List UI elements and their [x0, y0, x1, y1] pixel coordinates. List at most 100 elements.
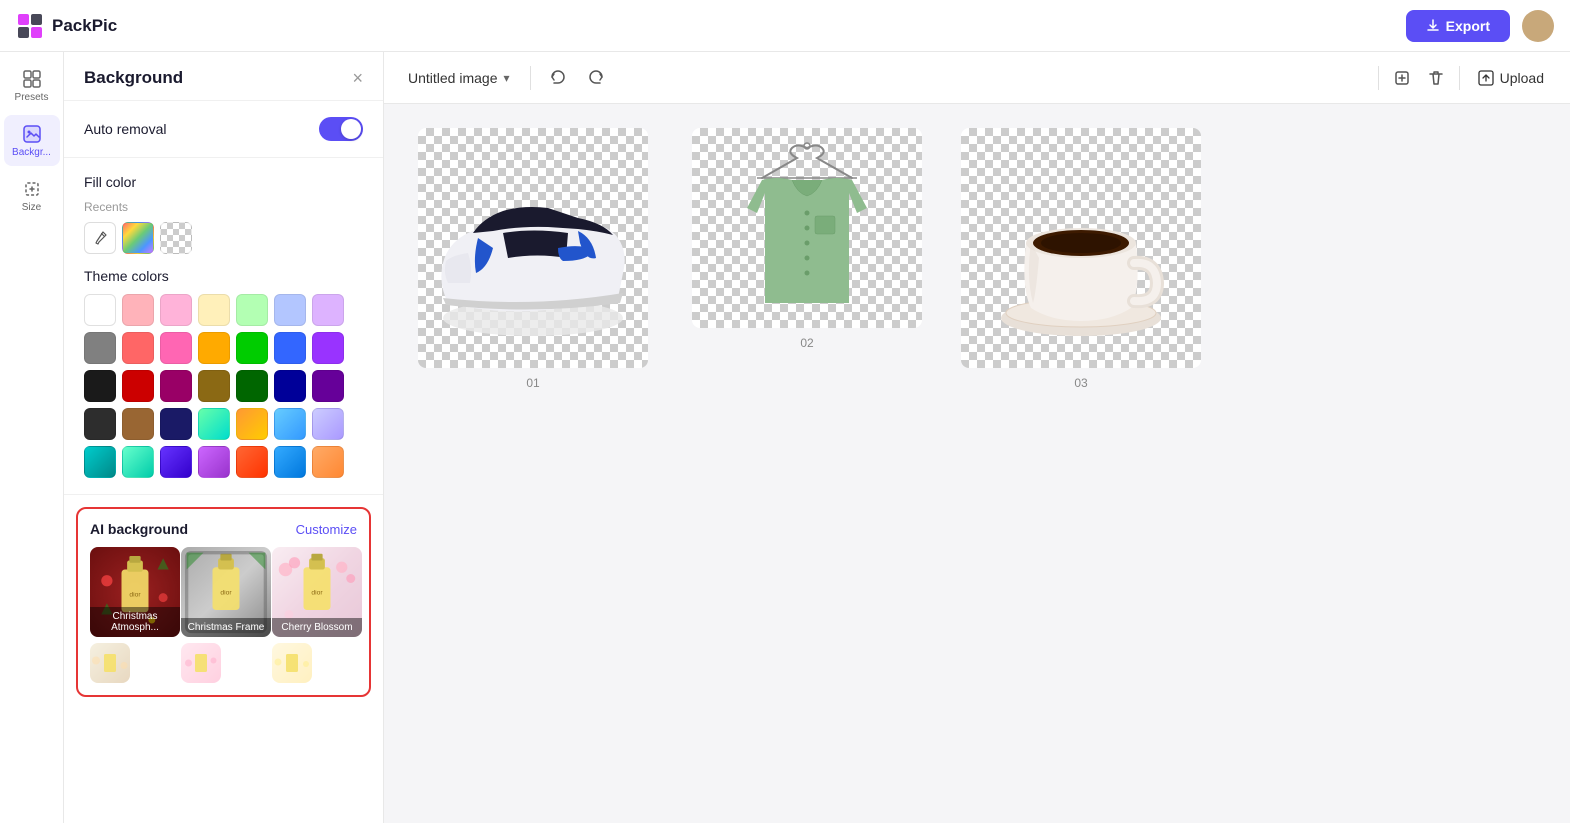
- undo-icon: [549, 69, 567, 87]
- color-light-green[interactable]: [236, 294, 268, 326]
- ai-item-row2-2[interactable]: [181, 643, 221, 683]
- color-indigo[interactable]: [160, 446, 192, 478]
- color-orange[interactable]: [198, 332, 230, 364]
- color-amber[interactable]: [236, 408, 268, 440]
- canvas-item-01-image[interactable]: [418, 128, 648, 368]
- sidebar-item-background-label: Backgr...: [12, 147, 51, 158]
- color-light-purple[interactable]: [312, 294, 344, 326]
- user-avatar[interactable]: [1522, 10, 1554, 42]
- download-icon: [1426, 19, 1440, 33]
- ai-item-christmas-atmo-label: Christmas Atmosph...: [90, 607, 180, 637]
- app-header: PackPic Export: [0, 0, 1570, 52]
- toolbar-separator-1: [530, 66, 531, 90]
- export-button[interactable]: Export: [1406, 10, 1510, 42]
- canvas-content: 01: [384, 104, 1570, 823]
- color-dark-gray2[interactable]: [84, 408, 116, 440]
- color-mint[interactable]: [198, 408, 230, 440]
- undo-button[interactable]: [543, 63, 573, 93]
- zoom-reset-icon: [1393, 69, 1411, 87]
- trash-icon: [1427, 69, 1445, 87]
- redo-button[interactable]: [581, 63, 611, 93]
- color-dark-green[interactable]: [236, 370, 268, 402]
- presets-icon: [21, 68, 43, 90]
- color-dark-purple[interactable]: [312, 370, 344, 402]
- eyedropper-button[interactable]: [84, 222, 116, 254]
- ai-section-header: AI background Customize: [90, 521, 357, 537]
- color-light-pink[interactable]: [122, 294, 154, 326]
- recents-label: Recents: [84, 200, 363, 214]
- color-red[interactable]: [122, 332, 154, 364]
- canvas-item-03-label: 03: [1074, 376, 1087, 390]
- shoe-illustration: [418, 143, 648, 353]
- toolbar-right: Upload: [1374, 63, 1554, 93]
- svg-text:dior: dior: [129, 592, 141, 599]
- color-sky-blue[interactable]: [274, 408, 306, 440]
- color-black[interactable]: [84, 370, 116, 402]
- sidebar-item-background[interactable]: Backgr...: [4, 115, 60, 166]
- canvas-item-01: 01: [408, 128, 658, 390]
- upload-label: Upload: [1500, 70, 1544, 86]
- color-brown[interactable]: [198, 370, 230, 402]
- recent-color-rainbow[interactable]: [122, 222, 154, 254]
- theme-colors-section: Theme colors: [84, 268, 363, 478]
- customize-link[interactable]: Customize: [296, 522, 357, 537]
- color-blue[interactable]: [274, 332, 306, 364]
- redo-icon: [587, 69, 605, 87]
- color-tan[interactable]: [122, 408, 154, 440]
- delete-button[interactable]: [1421, 63, 1451, 93]
- app-logo-icon: [16, 12, 44, 40]
- sidebar-item-presets-label: Presets: [15, 92, 49, 103]
- color-coral[interactable]: [236, 446, 268, 478]
- canvas-item-02-image[interactable]: [692, 128, 922, 328]
- canvas-item-02-label: 02: [800, 336, 813, 350]
- auto-removal-label: Auto removal: [84, 121, 166, 137]
- color-lavender[interactable]: [312, 408, 344, 440]
- color-green[interactable]: [236, 332, 268, 364]
- recent-color-checker[interactable]: [160, 222, 192, 254]
- auto-removal-toggle[interactable]: [319, 117, 363, 141]
- shirt-illustration: [707, 128, 907, 328]
- color-white[interactable]: [84, 294, 116, 326]
- color-dark-red[interactable]: [122, 370, 154, 402]
- ai-items-second-row: [90, 643, 357, 683]
- color-violet[interactable]: [198, 446, 230, 478]
- color-light-yellow[interactable]: [198, 294, 230, 326]
- svg-text:dior: dior: [311, 589, 323, 596]
- color-navy[interactable]: [274, 370, 306, 402]
- color-pink[interactable]: [160, 294, 192, 326]
- color-azure[interactable]: [274, 446, 306, 478]
- recent-colors-row: [84, 222, 363, 254]
- main-layout: Presets Backgr... Size: [0, 52, 1570, 823]
- toolbar-separator-3: [1459, 66, 1460, 90]
- color-aqua-mint[interactable]: [122, 446, 154, 478]
- canvas-item-02: 02: [682, 128, 932, 390]
- sidebar-item-presets[interactable]: Presets: [4, 60, 60, 111]
- ai-item-row2-1[interactable]: [90, 643, 130, 683]
- panel-close-button[interactable]: ×: [352, 69, 363, 87]
- ai-item-cherry-blossom[interactable]: dior Cherry Blossom: [272, 547, 362, 637]
- chevron-down-icon: ▾: [504, 71, 510, 85]
- ai-item-christmas-frame-label: Christmas Frame: [181, 618, 271, 637]
- zoom-reset-button[interactable]: [1387, 63, 1417, 93]
- color-peach[interactable]: [312, 446, 344, 478]
- canvas-area: Untitled image ▾: [384, 52, 1570, 823]
- color-purple[interactable]: [312, 332, 344, 364]
- ai-item-row2-3[interactable]: [272, 643, 312, 683]
- canvas-item-03-image[interactable]: [961, 128, 1201, 368]
- upload-button[interactable]: Upload: [1468, 64, 1554, 92]
- ai-items-grid: dior Christmas Atmosph...: [90, 547, 357, 637]
- sidebar-item-size[interactable]: Size: [4, 170, 60, 221]
- document-title-button[interactable]: Untitled image ▾: [400, 64, 518, 92]
- color-dark-navy[interactable]: [160, 408, 192, 440]
- color-gray[interactable]: [84, 332, 116, 364]
- logo-area: PackPic: [16, 12, 117, 40]
- canvas-toolbar: Untitled image ▾: [384, 52, 1570, 104]
- color-hot-pink[interactable]: [160, 332, 192, 364]
- toggle-knob: [341, 119, 361, 139]
- color-dark-pink[interactable]: [160, 370, 192, 402]
- ai-item-christmas-atmo[interactable]: dior Christmas Atmosph...: [90, 547, 180, 637]
- color-light-blue[interactable]: [274, 294, 306, 326]
- color-teal[interactable]: [84, 446, 116, 478]
- row2-3-illustration: [272, 643, 312, 683]
- ai-item-christmas-frame[interactable]: dior Christmas Frame: [181, 547, 271, 637]
